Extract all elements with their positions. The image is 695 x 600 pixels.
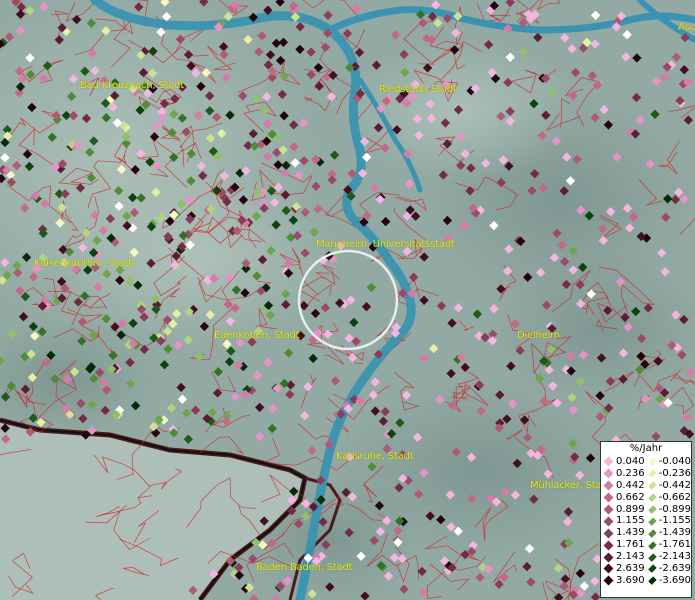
legend-row: 0.040 -0.040	[601, 456, 691, 468]
legend-label: 0.442	[616, 479, 645, 491]
legend-entry-positive: 3.690	[601, 575, 646, 587]
legend-label: -0.662	[658, 491, 691, 503]
legend-swatch	[648, 541, 657, 550]
legend-swatch	[648, 529, 657, 538]
legend-row: 3.690 -3.690	[601, 575, 691, 587]
legend-entry-positive: 0.899	[601, 504, 646, 516]
legend-row: 2.143 -2.143	[601, 551, 691, 563]
place-label-mannheim[interactable]: Mannheim, Universitätsstadt	[316, 239, 455, 250]
place-label-asc[interactable]: Asc	[678, 22, 695, 33]
legend-label: -1.761	[658, 539, 691, 551]
legend-swatch	[603, 528, 614, 539]
legend-entry-negative: -0.040	[646, 456, 691, 468]
legend-entry-negative: -0.442	[646, 480, 691, 492]
legend-row: 0.236 -0.236	[601, 468, 691, 480]
legend-label: 1.439	[616, 527, 645, 539]
legend-label: 2.143	[616, 551, 645, 563]
legend-label: -3.690	[658, 574, 691, 586]
legend-swatch	[648, 457, 657, 467]
legend-rows: 0.040 -0.040 0.236 -0.236 0.442 -0.442 0.662 -0…	[601, 456, 691, 587]
legend-swatch	[603, 540, 614, 551]
legend-entry-positive: 0.662	[601, 492, 646, 504]
legend-entry-negative: -2.143	[646, 551, 691, 563]
legend-swatch	[648, 469, 657, 478]
legend-swatch	[603, 504, 614, 515]
legend-swatch	[603, 516, 614, 527]
legend-entry-negative: -1.439	[646, 527, 691, 539]
legend-title: %/Jahr	[629, 443, 663, 454]
legend-label: -0.442	[658, 479, 691, 491]
legend-entry-positive: 0.442	[601, 480, 646, 492]
legend-swatch	[648, 493, 657, 502]
legend-swatch	[603, 480, 614, 491]
legend: %/Jahr 0.040 -0.040 0.236 -0.236 0.442 -0.442…	[600, 441, 692, 598]
legend-row: 0.899 -0.899	[601, 504, 691, 516]
legend-entry-positive: 0.236	[601, 468, 646, 480]
place-label-karlsruhe[interactable]: Karlsruhe, Stadt	[336, 451, 414, 462]
legend-label: 3.690	[616, 574, 645, 586]
legend-row: 1.761 -1.761	[601, 539, 691, 551]
legend-swatch	[648, 564, 657, 574]
legend-entry-positive: 1.155	[601, 515, 646, 527]
legend-row: 1.439 -1.439	[601, 527, 691, 539]
legend-entry-negative: -1.761	[646, 539, 691, 551]
legend-entry-positive: 1.761	[601, 539, 646, 551]
legend-swatch	[648, 481, 657, 490]
place-label-muehlacker[interactable]: Mühlacker, Sta	[530, 480, 602, 491]
place-label-baden-baden[interactable]: Baden-Baden, Stadt	[256, 562, 353, 573]
place-label-bad-kreuznach[interactable]: Bad Kreuznach, Stadt	[80, 80, 184, 91]
legend-entry-negative: -0.662	[646, 492, 691, 504]
legend-entry-negative: -3.690	[646, 575, 691, 587]
legend-label: -2.143	[658, 551, 691, 563]
legend-entry-negative: -1.155	[646, 515, 691, 527]
legend-row: 2.639 -2.639	[601, 563, 691, 575]
legend-swatch	[603, 492, 614, 503]
legend-label: 1.761	[616, 539, 645, 551]
legend-swatch	[603, 552, 614, 563]
legend-swatch	[648, 517, 657, 526]
legend-swatch	[603, 564, 614, 574]
legend-label: -1.439	[658, 527, 691, 539]
legend-entry-positive: 1.439	[601, 527, 646, 539]
legend-swatch	[603, 456, 614, 467]
legend-row: 0.662 -0.662	[601, 492, 691, 504]
legend-label: 1.155	[616, 515, 645, 527]
legend-swatch	[603, 468, 614, 479]
legend-label: 0.662	[616, 491, 645, 503]
legend-entry-negative: -0.899	[646, 504, 691, 516]
legend-entry-positive: 2.639	[601, 563, 646, 575]
legend-swatch	[648, 576, 657, 585]
place-label-riedstadt[interactable]: Riedstadt, Stadt	[379, 84, 457, 95]
legend-swatch	[648, 552, 657, 562]
legend-row: 0.442 -0.442	[601, 480, 691, 492]
map-view[interactable]: Bad Kreuznach, Stadt Riedstadt, Stadt Ma…	[0, 0, 695, 600]
legend-label: 0.040	[616, 456, 645, 467]
legend-label: -0.040	[658, 456, 691, 467]
place-label-edenkoben[interactable]: Edenkoben, Stadt	[214, 330, 300, 341]
legend-entry-positive: 2.143	[601, 551, 646, 563]
place-label-kaiserslautern[interactable]: Kaiserslautern, Stadt	[34, 258, 135, 269]
legend-row: 1.155 -1.155	[601, 515, 691, 527]
legend-label: 0.236	[616, 467, 645, 479]
legend-label: -0.236	[658, 467, 691, 479]
legend-label: -0.899	[658, 503, 691, 515]
legend-entry-negative: -0.236	[646, 468, 691, 480]
legend-label: -2.639	[658, 563, 691, 575]
legend-swatch	[603, 575, 614, 586]
legend-label: 2.639	[616, 563, 645, 575]
legend-swatch	[648, 505, 657, 514]
legend-label: -1.155	[658, 515, 691, 527]
place-label-dielheim[interactable]: Dielheim	[517, 330, 560, 341]
legend-entry-negative: -2.639	[646, 563, 691, 575]
legend-label: 0.899	[616, 503, 645, 515]
legend-entry-positive: 0.040	[601, 456, 646, 468]
